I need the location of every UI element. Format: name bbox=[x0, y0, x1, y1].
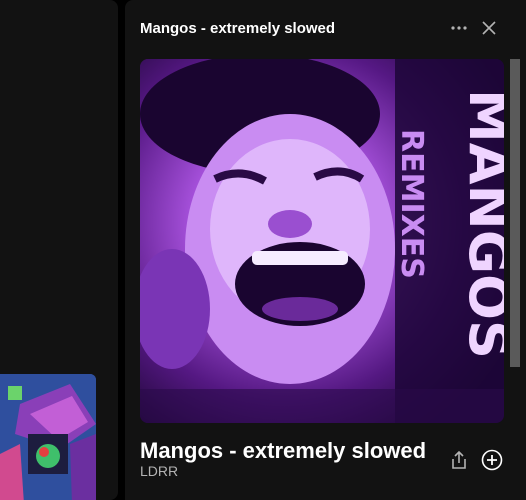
track-title[interactable]: Mangos - extremely slowed bbox=[140, 437, 440, 465]
add-to-library-button[interactable] bbox=[478, 446, 506, 474]
more-options-button[interactable] bbox=[445, 14, 473, 42]
svg-text:MANGOS: MANGOS bbox=[457, 89, 504, 359]
track-artist-link[interactable]: LDRR bbox=[140, 462, 178, 480]
panel-scrollbar[interactable] bbox=[510, 59, 520, 367]
close-icon bbox=[482, 21, 496, 35]
album-cover-art: MANGOS REMIXES bbox=[140, 59, 504, 423]
add-to-library-icon bbox=[481, 449, 503, 471]
share-button[interactable] bbox=[445, 446, 473, 474]
share-icon bbox=[452, 450, 466, 469]
panel-title: Mangos - extremely slowed bbox=[140, 20, 336, 37]
more-options-icon bbox=[451, 26, 467, 30]
close-panel-button[interactable] bbox=[475, 14, 503, 42]
album-thumbnail[interactable] bbox=[0, 374, 96, 500]
now-playing-panel: Mangos - extremely slowed MANGOS REMIXES… bbox=[125, 0, 526, 500]
app-window: Mangos - extremely slowed MANGOS REMIXES… bbox=[0, 0, 526, 500]
main-view bbox=[0, 0, 118, 500]
svg-text:REMIXES: REMIXES bbox=[394, 129, 429, 279]
